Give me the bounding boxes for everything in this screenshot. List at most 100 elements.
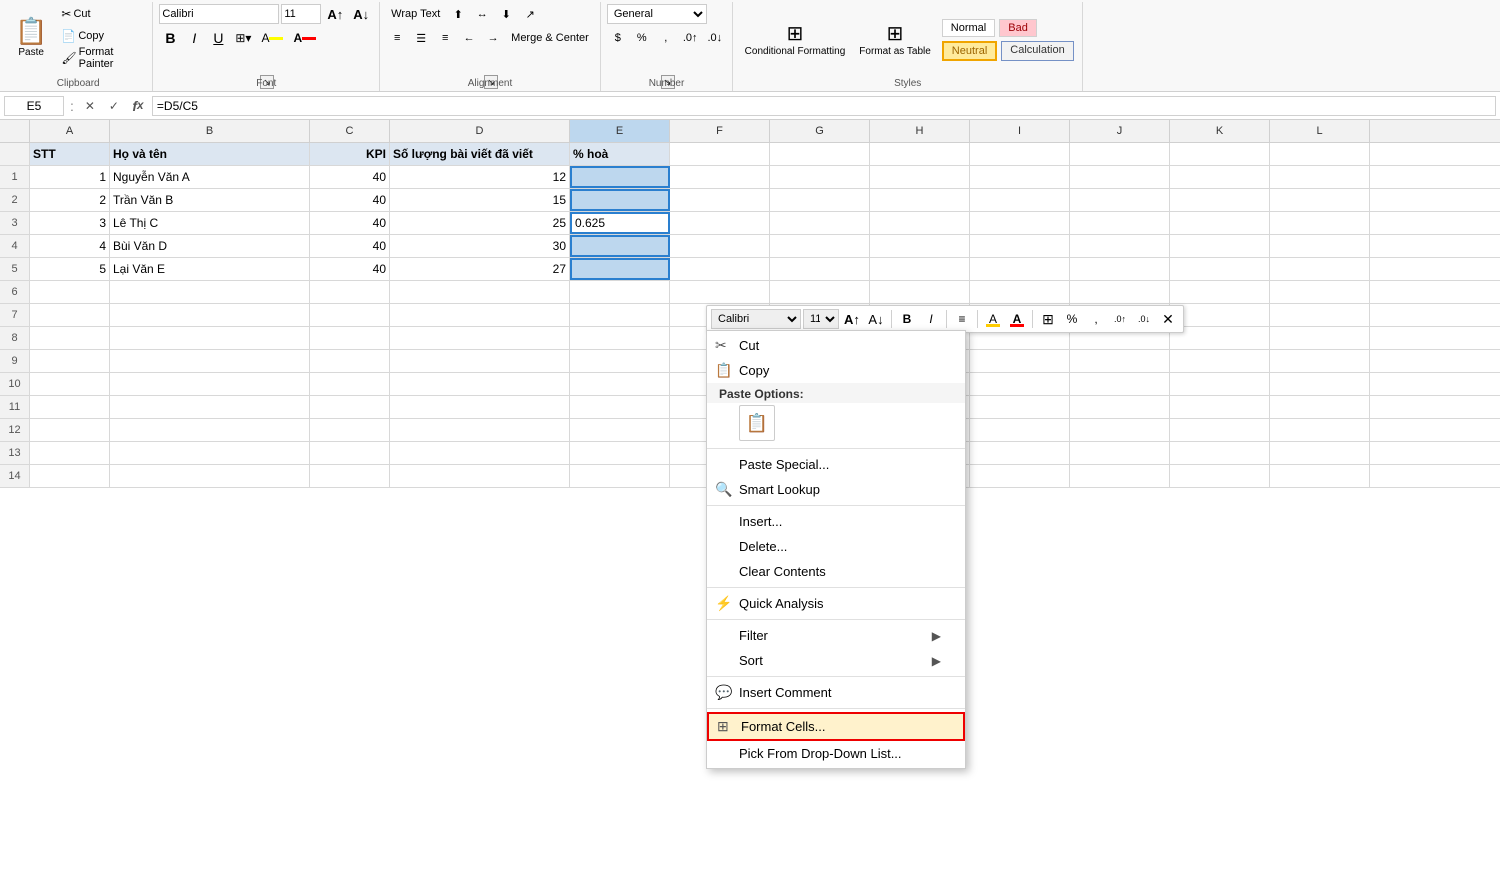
decrease-font-button[interactable]: A↓ [349,4,373,24]
cell-j3[interactable] [1070,212,1170,234]
cell-b-header[interactable]: Họ và tên [110,143,310,165]
cell-d5[interactable]: 27 [390,258,570,280]
cell-i3[interactable] [970,212,1070,234]
format-as-table-button[interactable]: ⊞ Format as Table [855,19,935,60]
col-header-g[interactable]: G [770,120,870,142]
cell-i1[interactable] [970,166,1070,188]
font-size-input[interactable] [281,4,321,24]
cell-l3[interactable] [1270,212,1370,234]
text-orient-button[interactable]: ↗ [519,4,541,24]
ctx-smart-lookup[interactable]: 🔍 Smart Lookup [707,477,965,502]
neutral-style[interactable]: Neutral [942,41,997,61]
mini-align-left[interactable]: ≡ [951,308,973,330]
paste-icon-button[interactable]: 📋 [739,405,775,441]
mini-increase-decimal[interactable]: .0↑ [1109,308,1131,330]
cell-h-header[interactable] [870,143,970,165]
underline-button[interactable]: U [207,28,229,48]
cell-a2[interactable]: 2 [30,189,110,211]
ctx-quick-analysis[interactable]: ⚡ Quick Analysis [707,591,965,616]
cell-h2[interactable] [870,189,970,211]
cell-c1[interactable]: 40 [310,166,390,188]
calculation-style[interactable]: Calculation [1001,41,1073,61]
mini-percent[interactable]: % [1061,308,1083,330]
cell-c2[interactable]: 40 [310,189,390,211]
align-top-button[interactable]: ⬆ [447,4,469,24]
cell-f-header[interactable] [670,143,770,165]
copy-button[interactable]: 📄 Copy [56,26,146,46]
cell-k4[interactable] [1170,235,1270,257]
cell-l2[interactable] [1270,189,1370,211]
merge-center-button[interactable]: Merge & Center [506,28,594,48]
mini-clear-format[interactable]: ✕ [1157,308,1179,330]
cell-k2[interactable] [1170,189,1270,211]
col-header-f[interactable]: F [670,120,770,142]
confirm-formula-button[interactable]: ✓ [104,96,124,116]
cell-b2[interactable]: Trần Văn B [110,189,310,211]
cell-a-header[interactable]: STT [30,143,110,165]
cell-b3[interactable]: Lê Thị C [110,212,310,234]
cell-g1[interactable] [770,166,870,188]
cell-l5[interactable] [1270,258,1370,280]
align-middle-button[interactable]: ↔ [471,4,493,24]
insert-function-button[interactable]: fx [128,96,148,116]
cell-a3[interactable]: 3 [30,212,110,234]
cell-a4[interactable]: 4 [30,235,110,257]
ctx-format-cells[interactable]: ⊞ Format Cells... [707,712,965,741]
cell-l1[interactable] [1270,166,1370,188]
comma-button[interactable]: , [655,28,677,48]
conditional-formatting-button[interactable]: ⊞ Conditional Formatting [741,19,850,60]
cell-e-header[interactable]: % hoà [570,143,670,165]
cell-i-header[interactable] [970,143,1070,165]
col-header-c[interactable]: C [310,120,390,142]
cell-e2[interactable] [570,189,670,211]
cell-d-header[interactable]: Số lượng bài viết đã viết [390,143,570,165]
bold-button[interactable]: B [159,28,181,48]
mini-italic[interactable]: I [920,308,942,330]
cell-b4[interactable]: Bùi Văn D [110,235,310,257]
ctx-filter[interactable]: Filter ▶ [707,623,965,648]
ctx-clear-contents[interactable]: Clear Contents [707,559,965,584]
align-bottom-button[interactable]: ⬇ [495,4,517,24]
mini-size-select[interactable]: 11 [803,309,839,329]
cell-b1[interactable]: Nguyễn Văn A [110,166,310,188]
cell-f1[interactable] [670,166,770,188]
mini-decrease-font[interactable]: A↓ [865,308,887,330]
align-left-button[interactable]: ≡ [386,28,408,48]
cell-j4[interactable] [1070,235,1170,257]
cell-k5[interactable] [1170,258,1270,280]
cell-i2[interactable] [970,189,1070,211]
formula-input[interactable] [152,96,1496,116]
cell-d4[interactable]: 30 [390,235,570,257]
col-header-d[interactable]: D [390,120,570,142]
cell-k-header[interactable] [1170,143,1270,165]
decrease-decimal-button[interactable]: .0↓ [704,28,727,48]
cell-h5[interactable] [870,258,970,280]
align-center-button[interactable]: ☰ [410,28,432,48]
cell-i4[interactable] [970,235,1070,257]
wrap-text-button[interactable]: Wrap Text [386,4,445,24]
mini-increase-font[interactable]: A↑ [841,308,863,330]
cell-b5[interactable]: Lại Văn E [110,258,310,280]
ctx-insert-comment[interactable]: 💬 Insert Comment [707,680,965,705]
mini-bold[interactable]: B [896,308,918,330]
cell-g2[interactable] [770,189,870,211]
cell-j-header[interactable] [1070,143,1170,165]
normal-style[interactable]: Normal [942,19,995,37]
col-header-i[interactable]: I [970,120,1070,142]
col-header-a[interactable]: A [30,120,110,142]
cell-k3[interactable] [1170,212,1270,234]
cell-e3[interactable]: 0.625 [570,212,670,234]
font-name-input[interactable] [159,4,279,24]
cell-g4[interactable] [770,235,870,257]
cell-g5[interactable] [770,258,870,280]
ctx-sort[interactable]: Sort ▶ [707,648,965,673]
cell-e4[interactable] [570,235,670,257]
mini-comma[interactable]: , [1085,308,1107,330]
ctx-insert[interactable]: Insert... [707,509,965,534]
cell-h4[interactable] [870,235,970,257]
cell-f2[interactable] [670,189,770,211]
font-color-button[interactable]: A [289,28,320,48]
cell-i5[interactable] [970,258,1070,280]
cell-c5[interactable]: 40 [310,258,390,280]
border-button[interactable]: ⊞▾ [231,28,255,48]
